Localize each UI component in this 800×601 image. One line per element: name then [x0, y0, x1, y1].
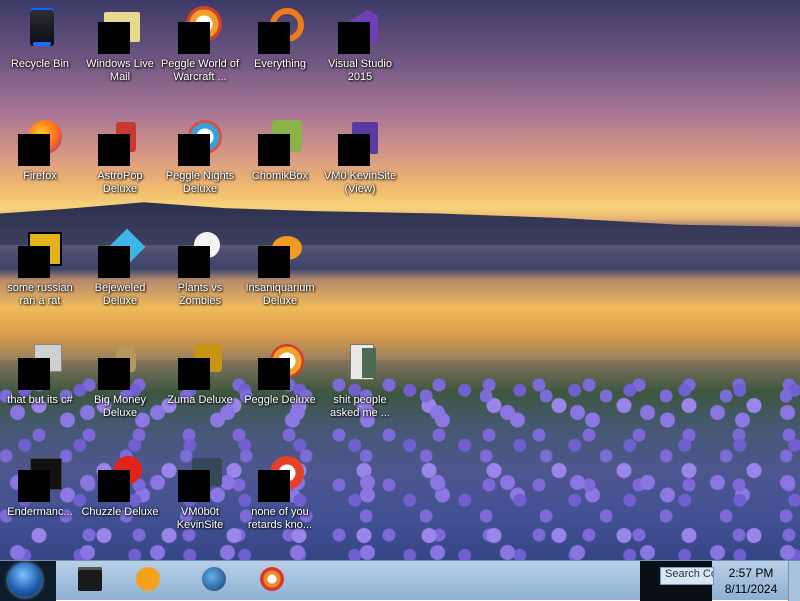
desktop-icon-plants-vs-zombies[interactable]: Plants vs Zombies [160, 230, 240, 308]
desktop-icon-label: Recycle Bin [10, 58, 70, 70]
show-desktop-button[interactable] [788, 561, 800, 601]
terminal-icon [78, 567, 102, 591]
desktop-icon-vm0-kevinsite-view[interactable]: VM0 KevinSite (View) [320, 118, 400, 196]
desktop-icon-label: Visual Studio 2015 [327, 58, 392, 83]
desktop-icon-big-money[interactable]: Big Money Deluxe [80, 342, 160, 420]
desktop-icon-label: Insaniquarium Deluxe [245, 282, 315, 307]
desktop-icon-label: Peggle Deluxe [244, 394, 316, 406]
desktop-icon-label: VM0 KevinSite (View) [323, 170, 397, 195]
app-icon [16, 454, 64, 502]
gem-icon [96, 228, 146, 278]
desktop-icon-recycle-bin[interactable]: Recycle Bin [0, 6, 80, 71]
desktop-icon-none-of-you[interactable]: none of you retards kno... [240, 454, 320, 532]
desktop-icon-chuzzle[interactable]: Chuzzle Deluxe [80, 454, 160, 519]
desktop-icon-label: Everything [254, 58, 306, 70]
file-icon [336, 118, 384, 166]
desktop-icon-label: AstroPop Deluxe [97, 170, 143, 195]
desktop-icon-label: Firefox [23, 170, 57, 182]
peggle-icon [256, 342, 304, 390]
start-button[interactable] [0, 561, 56, 601]
clock[interactable]: 2:57 PM 8/11/2024 [716, 561, 786, 601]
desktop-icon-label: Big Money Deluxe [94, 394, 146, 419]
desktop-icon-firefox[interactable]: Firefox [0, 118, 80, 183]
recycle-bin-icon [16, 6, 64, 54]
game-icon [96, 342, 144, 390]
app-icon [176, 454, 224, 502]
desktop-icon-label: some russian ran a rat [7, 282, 73, 307]
desktop-icon-windows-live-mail[interactable]: Windows Live Mail [80, 6, 160, 84]
desktop-icon-label: Bejeweled Deluxe [94, 282, 146, 307]
desktop-icon-astropop[interactable]: AstroPop Deluxe [80, 118, 160, 196]
game-icon [176, 342, 224, 390]
desktop-icon-vm0b0t-kevinsite[interactable]: VM0b0t KevinSite [160, 454, 240, 532]
desktop-icon-label: Peggle Nights Deluxe [165, 170, 235, 195]
taskbar: Search Co 2:57 PM 8/11/2024 [0, 560, 800, 601]
desktop-icon-label: Windows Live Mail [86, 58, 154, 83]
desktop-icon-label: Plants vs Zombies [177, 282, 223, 307]
desktop-icon-peggle-nights[interactable]: Peggle Nights Deluxe [160, 118, 240, 196]
chomikbox-icon [256, 118, 304, 166]
desktop-icon-visual-studio[interactable]: Visual Studio 2015 [320, 6, 400, 84]
desktop-icon-label: shit people asked me ... [330, 394, 390, 419]
visual-studio-icon [336, 6, 384, 54]
game-icon [176, 230, 224, 278]
app-icon [256, 454, 304, 502]
taskbar-pinned-terminal[interactable] [66, 563, 114, 599]
desktop-icon-everything[interactable]: Everything [240, 6, 320, 71]
document-icon [336, 342, 384, 390]
desktop-icon-label: Zuma Deluxe [167, 394, 233, 406]
desktop-icon-label: Peggle World of Warcraft ... [160, 58, 240, 83]
windows-orb-icon [8, 563, 42, 597]
desktop-icon-peggle-wow[interactable]: Peggle World of Warcraft ... [160, 6, 240, 84]
desktop: Recycle Bin Windows Live Mail Peggle Wor… [0, 0, 800, 560]
desktop-icon-that-but-its-csharp[interactable]: that but its c# [0, 342, 80, 407]
taskbar-pinned-paint[interactable] [248, 563, 296, 599]
clock-time: 2:57 PM [728, 566, 774, 580]
folder-icon [16, 342, 64, 390]
peggle-icon [176, 118, 224, 166]
search-icon [256, 6, 304, 54]
app-icon [16, 230, 64, 278]
paint-icon [260, 567, 284, 591]
globe-icon [202, 567, 226, 591]
desktop-icon-label: VM0b0t KevinSite [176, 506, 224, 531]
desktop-icon-label: none of you retards kno... [247, 506, 313, 531]
clock-date: 8/11/2024 [724, 582, 778, 596]
taskbar-pinned-media-player[interactable] [124, 563, 172, 599]
desktop-icon-chomikbox[interactable]: ChomikBox [240, 118, 320, 183]
desktop-icon-label: that but its c# [7, 394, 73, 406]
desktop-icon-zuma[interactable]: Zuma Deluxe [160, 342, 240, 407]
firefox-icon [16, 118, 64, 166]
game-icon [96, 454, 144, 502]
desktop-icon-shit-people-asked[interactable]: shit people asked me ... [320, 342, 400, 420]
media-player-icon [136, 567, 160, 591]
desktop-icon-label: ChomikBox [251, 170, 309, 182]
desktop-icon-peggle-deluxe[interactable]: Peggle Deluxe [240, 342, 320, 407]
taskbar-pinned-globe[interactable] [190, 563, 238, 599]
game-icon [96, 118, 144, 166]
desktop-icon-russian-rat[interactable]: some russian ran a rat [0, 230, 80, 308]
desktop-icon-label: Chuzzle Deluxe [81, 506, 159, 518]
desktop-icon-insaniquarium[interactable]: Insaniquarium Deluxe [240, 230, 320, 308]
search-input[interactable]: Search Co [660, 567, 714, 585]
mail-icon [96, 6, 144, 54]
desktop-icon-endermanc[interactable]: Endermanc... [0, 454, 80, 519]
peggle-icon [176, 6, 224, 54]
desktop-icon-label: Endermanc... [7, 506, 73, 518]
fish-icon [256, 230, 304, 278]
desktop-icon-bejeweled[interactable]: Bejeweled Deluxe [80, 228, 160, 308]
